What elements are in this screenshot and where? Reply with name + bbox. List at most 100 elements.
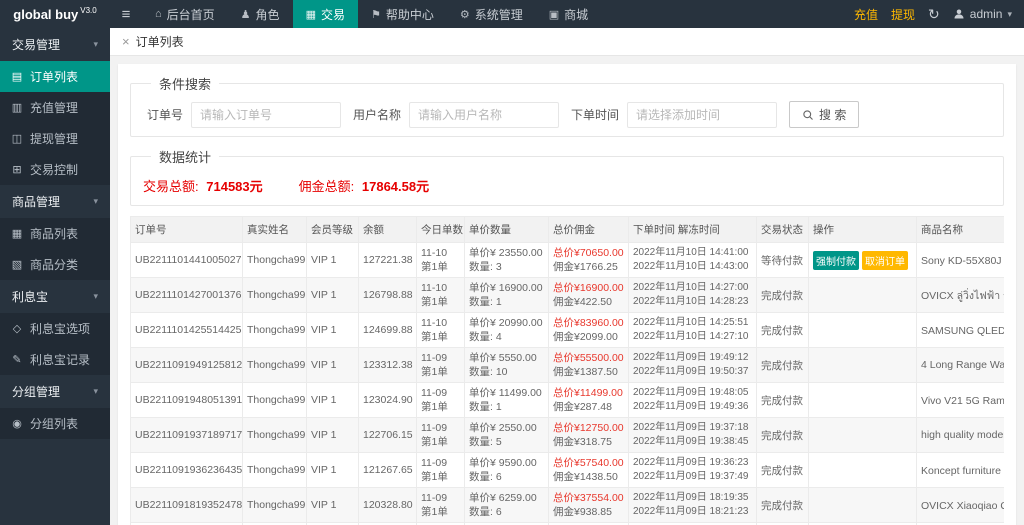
nav-item-role[interactable]: ♟ 角色 xyxy=(228,0,293,28)
cell-order-no: UB2211091948051391 xyxy=(130,382,243,418)
chevron-down-icon: ▾ xyxy=(93,291,98,301)
search-button-label: 搜 索 xyxy=(819,108,847,122)
cell-level: VIP 1 xyxy=(306,382,359,418)
col-header-10: 商品名称 xyxy=(916,216,1004,243)
nav-item-system[interactable]: ⚙ 系统管理 xyxy=(447,0,536,28)
gear-icon: ⚙ xyxy=(459,8,470,21)
cell-actions xyxy=(808,452,917,488)
cell-product: high quality modern office chair for off… xyxy=(916,417,1004,453)
cell-level: VIP 1 xyxy=(306,312,359,348)
table-row: UB2211091936236435 Thongcha99 VIP 1 1212… xyxy=(130,452,1004,488)
cell-status: 完成付款 xyxy=(756,277,809,313)
cancel-order-button[interactable]: 取消订单 xyxy=(862,250,908,270)
order-table-head-row: 订单号 真实姓名 会员等级 余额 今日单数 单价数量 总价佣金 下单时间 解冻时间 交易状态 操作… xyxy=(130,216,1004,243)
cell-today-orders: 11-09 第1单 xyxy=(416,487,465,523)
col-header-5: 单价数量 xyxy=(464,216,549,243)
cell-real-name: Thongcha99 xyxy=(242,487,307,523)
cell-status: 完成付款 xyxy=(756,382,809,418)
cell-level: VIP 1 xyxy=(306,417,359,453)
flag-icon: ⚑ xyxy=(370,8,381,21)
control-icon: ⊞ xyxy=(12,164,22,176)
table-row: UB2211101441005027 Thongcha99 VIP 1 1272… xyxy=(130,242,1004,278)
sidebar-item-order-list[interactable]: ▤ 订单列表 xyxy=(0,61,110,92)
cell-times: 2022年11月09日 18:19:35 2022年11月09日 18:21:2… xyxy=(628,487,757,523)
sidebar-item-interest-option[interactable]: ◇ 利息宝选项 xyxy=(0,313,110,344)
cell-total-commission: 总价¥12750.00 佣金¥318.75 xyxy=(548,417,629,453)
nav-item-trade[interactable]: ▦ 交易 xyxy=(292,0,358,28)
cell-balance: 123024.90 xyxy=(358,382,417,418)
cell-today-orders: 11-10 第1单 xyxy=(416,312,465,348)
menu-group-grouping[interactable]: 分组管理 ▾ xyxy=(0,375,110,408)
cell-product: Vivo V21 5G Ram 8+3GB Rom 256GB 6.44-inc… xyxy=(916,382,1004,418)
withdraw-link[interactable]: 提现 xyxy=(891,6,915,23)
order-time-input[interactable] xyxy=(627,101,778,128)
tab-order-list[interactable]: × 订单列表 xyxy=(122,33,184,50)
col-header-6: 总价佣金 xyxy=(548,216,629,243)
cell-product: Sony KD-55X80J (55 นิ้ว) | 4K Ultra HD |… xyxy=(916,242,1004,278)
nav-item-help[interactable]: ⚑ 帮助中心 xyxy=(358,0,447,28)
hamburger-icon[interactable]: ≡ xyxy=(110,0,142,28)
order-list-card: 条件搜索 订单号 用户名称 下单时间 搜 索 xyxy=(118,64,1016,525)
order-table-scroll[interactable]: 订单号 真实姓名 会员等级 余额 今日单数 单价数量 总价佣金 下单时间 解冻时间 交易状态 操作… xyxy=(130,216,1004,525)
admin-menu[interactable]: admin ▾ xyxy=(953,7,1012,21)
goods-icon: ▦ xyxy=(11,228,23,240)
search-icon xyxy=(802,109,814,121)
stats-row: 交易总额: 714583元 佣金总额: 17864.58元 xyxy=(143,174,991,197)
order-no-label: 订单号 xyxy=(147,108,184,122)
cell-real-name: Thongcha99 xyxy=(242,382,307,418)
order-no-input[interactable] xyxy=(191,101,342,128)
grid-icon: ▦ xyxy=(305,8,316,21)
cell-order-no: UB2211101427001376 xyxy=(130,277,243,313)
sidebar-item-group-list[interactable]: ◉ 分组列表 xyxy=(0,408,110,439)
stat-total-commission-label: 佣金总额: xyxy=(298,179,355,194)
cell-price-qty: 单价¥ 6259.00 数量: 6 xyxy=(464,487,549,523)
cell-balance: 122706.15 xyxy=(358,417,417,453)
cell-price-qty: 单价¥ 5550.00 数量: 10 xyxy=(464,347,549,383)
cell-level: VIP 1 xyxy=(306,487,359,523)
interest-record-icon: ✎ xyxy=(12,354,22,366)
user-name-input[interactable] xyxy=(409,101,560,128)
main-area: × 订单列表 条件搜索 订单号 用户名称 下单时间 xyxy=(110,28,1024,525)
table-row: UB2211091949125812 Thongcha99 VIP 1 1233… xyxy=(130,347,1004,383)
cell-product: SAMSUNG QLED TV 4K 120Hz SMART TV 55 นิ้… xyxy=(916,312,1004,348)
cell-today-orders: 11-09 第1单 xyxy=(416,417,465,453)
recharge-link[interactable]: 充值 xyxy=(854,6,878,23)
cell-actions xyxy=(808,417,917,453)
col-header-9: 操作 xyxy=(808,216,917,243)
close-icon[interactable]: × xyxy=(122,35,130,48)
sidebar-item-goods-list[interactable]: ▦ 商品列表 xyxy=(0,218,110,249)
user-avatar-icon xyxy=(953,8,965,20)
sidebar-item-control[interactable]: ⊞ 交易控制 xyxy=(0,154,110,185)
menu-group-trade[interactable]: 交易管理 ▾ xyxy=(0,28,110,61)
caret-down-icon: ▾ xyxy=(1007,8,1012,19)
refresh-icon[interactable]: ↻ xyxy=(928,6,940,23)
cell-actions xyxy=(808,487,917,523)
chevron-down-icon: ▾ xyxy=(93,39,98,49)
tab-title: 订单列表 xyxy=(135,35,184,49)
menu-group-interest[interactable]: 利息宝 ▾ xyxy=(0,280,110,313)
menu-group-goods[interactable]: 商品管理 ▾ xyxy=(0,185,110,218)
col-header-4: 今日单数 xyxy=(416,216,465,243)
search-form: 订单号 用户名称 下单时间 搜 索 xyxy=(143,101,991,128)
nav-item-dashboard[interactable]: ⌂ 后台首页 xyxy=(142,0,228,28)
cell-real-name: Thongcha99 xyxy=(242,312,307,348)
cell-total-commission: 总价¥83960.00 佣金¥2099.00 xyxy=(548,312,629,348)
cell-actions: 强制付款 取消订单 xyxy=(808,242,917,278)
cell-level: VIP 1 xyxy=(306,452,359,488)
cell-total-commission: 总价¥55500.00 佣金¥1387.50 xyxy=(548,347,629,383)
search-button[interactable]: 搜 索 xyxy=(789,101,860,128)
sidebar-item-recharge[interactable]: ▥ 充值管理 xyxy=(0,92,110,123)
category-icon: ▧ xyxy=(11,259,23,271)
col-header-1: 真实姓名 xyxy=(242,216,307,243)
cell-status: 完成付款 xyxy=(756,417,809,453)
admin-label: admin xyxy=(969,7,1003,21)
col-header-7: 下单时间 解冻时间 xyxy=(628,216,757,243)
sidebar-item-withdraw[interactable]: ◫ 提现管理 xyxy=(0,123,110,154)
force-pay-button[interactable]: 强制付款 xyxy=(813,250,859,270)
sidebar-item-interest-record[interactable]: ✎ 利息宝记录 xyxy=(0,344,110,375)
sidebar-item-goods-category[interactable]: ▧ 商品分类 xyxy=(0,249,110,280)
nav-item-mall[interactable]: ▣ 商城 xyxy=(536,0,601,28)
cell-balance: 120328.80 xyxy=(358,487,417,523)
cell-product: 4 Long Range Walkie Talkies Rechargeable… xyxy=(916,347,1004,383)
cell-order-no: UB2211091936236435 xyxy=(130,452,243,488)
